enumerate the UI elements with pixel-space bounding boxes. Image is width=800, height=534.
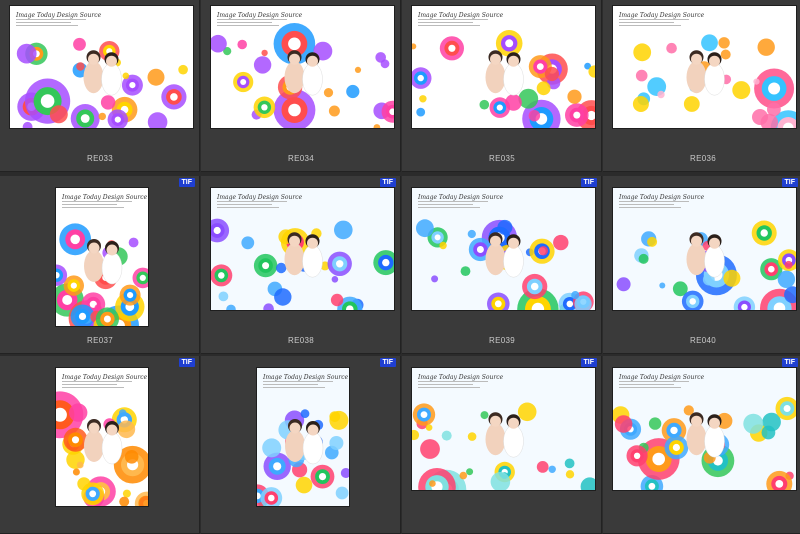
thumbnail-caption: RE038 — [288, 336, 314, 345]
heading-rule — [62, 207, 124, 208]
file-type-badge: TIF — [580, 358, 597, 367]
thumbnail-heading: Image Today Design Source — [217, 12, 303, 19]
thumbnail-item[interactable]: TIF Image Today Design Source RE038 — [201, 176, 401, 354]
artwork-graphic — [56, 223, 148, 326]
thumbnail-image[interactable]: Image Today Design Source — [412, 6, 595, 128]
heading-rule — [217, 207, 279, 208]
artwork-graphic — [56, 391, 148, 506]
artwork-graphic — [257, 368, 349, 506]
heading-rule — [16, 19, 86, 20]
heading-rule — [263, 381, 333, 382]
thumbnail-heading: Image Today Design Source — [62, 194, 148, 201]
heading-rule — [263, 384, 318, 385]
heading-rule — [263, 387, 325, 388]
thumbnail-heading: Image Today Design Source — [619, 374, 705, 381]
thumbnail-item[interactable]: TIF Image Today Design Source RE037 — [0, 176, 200, 354]
thumbnail-heading: Image Today Design Source — [263, 374, 349, 381]
heading-rule — [418, 204, 473, 205]
thumbnail-item[interactable]: Image Today Design Source RE033 — [0, 0, 200, 172]
thumbnail-item[interactable]: TIF Image Today Design Source — [0, 356, 200, 534]
thumbnail-caption: RE036 — [690, 154, 716, 163]
thumbnail-heading: Image Today Design Source — [217, 194, 303, 201]
heading-rule — [418, 207, 480, 208]
heading-rule — [418, 387, 480, 388]
thumbnail-image[interactable]: Image Today Design Source — [412, 188, 595, 310]
thumbnail-item[interactable]: TIF Image Today Design Source — [603, 356, 800, 534]
thumbnail-image[interactable]: Image Today Design Source — [412, 368, 595, 490]
heading-rule — [619, 381, 689, 382]
heading-rule — [418, 384, 473, 385]
heading-rule — [217, 201, 287, 202]
thumbnail-grid: Image Today Design Source RE033 Image Toda… — [0, 0, 800, 534]
heading-rule — [16, 25, 78, 26]
heading-rule — [16, 22, 71, 23]
thumbnail-image[interactable]: Image Today Design Source — [613, 188, 796, 310]
file-type-badge: TIF — [580, 178, 597, 187]
thumbnail-heading: Image Today Design Source — [16, 12, 102, 19]
thumbnail-caption: RE037 — [87, 336, 113, 345]
heading-rule — [62, 384, 117, 385]
heading-rule — [619, 384, 674, 385]
file-type-badge: TIF — [781, 358, 798, 367]
heading-rule — [619, 387, 681, 388]
file-type-badge: TIF — [379, 358, 396, 367]
thumbnail-caption: RE033 — [87, 154, 113, 163]
thumbnail-heading: Image Today Design Source — [62, 374, 148, 381]
thumbnail-image[interactable]: Image Today Design Source — [257, 368, 349, 506]
heading-rule — [217, 25, 279, 26]
heading-rule — [619, 201, 689, 202]
heading-rule — [217, 19, 287, 20]
thumbnail-heading: Image Today Design Source — [418, 12, 504, 19]
file-type-badge: TIF — [379, 178, 396, 187]
thumbnail-caption: RE040 — [690, 336, 716, 345]
heading-rule — [619, 207, 681, 208]
heading-rule — [62, 381, 132, 382]
thumbnail-item[interactable]: TIF Image Today Design Source RE040 — [603, 176, 800, 354]
thumbnail-caption: RE039 — [489, 336, 515, 345]
thumbnail-item[interactable]: Image Today Design Source RE035 — [402, 0, 602, 172]
thumbnail-heading: Image Today Design Source — [619, 12, 705, 19]
heading-rule — [62, 204, 117, 205]
file-type-badge: TIF — [781, 178, 798, 187]
thumbnail-image[interactable]: Image Today Design Source — [613, 6, 796, 128]
heading-rule — [62, 201, 132, 202]
heading-rule — [418, 201, 488, 202]
thumbnail-image[interactable]: Image Today Design Source — [211, 6, 394, 128]
heading-rule — [217, 204, 272, 205]
thumbnail-caption: RE035 — [489, 154, 515, 163]
thumbnail-item[interactable]: TIF Image Today Design Source — [402, 356, 602, 534]
thumbnail-image[interactable]: Image Today Design Source — [10, 6, 193, 128]
thumbnail-item[interactable]: TIF Image Today Design Source RE039 — [402, 176, 602, 354]
thumbnail-item[interactable]: TIF Image Today Design Source — [201, 356, 401, 534]
thumbnail-caption: RE034 — [288, 154, 314, 163]
heading-rule — [619, 22, 674, 23]
heading-rule — [217, 22, 272, 23]
file-type-badge: TIF — [178, 178, 195, 187]
thumbnail-heading: Image Today Design Source — [619, 194, 705, 201]
thumbnail-heading: Image Today Design Source — [418, 194, 504, 201]
heading-rule — [619, 19, 689, 20]
thumbnail-image[interactable]: Image Today Design Source — [613, 368, 796, 490]
heading-rule — [619, 25, 681, 26]
thumbnail-item[interactable]: Image Today Design Source RE036 — [603, 0, 800, 172]
heading-rule — [62, 387, 124, 388]
heading-rule — [418, 25, 480, 26]
heading-rule — [619, 204, 674, 205]
heading-rule — [418, 22, 473, 23]
thumbnail-heading: Image Today Design Source — [418, 374, 504, 381]
thumbnail-item[interactable]: Image Today Design Source RE034 — [201, 0, 401, 172]
thumbnail-image[interactable]: Image Today Design Source — [211, 188, 394, 310]
thumbnail-image[interactable]: Image Today Design Source — [56, 368, 148, 506]
thumbnail-image[interactable]: Image Today Design Source — [56, 188, 148, 326]
heading-rule — [418, 19, 488, 20]
file-type-badge: TIF — [178, 358, 195, 367]
heading-rule — [418, 381, 488, 382]
